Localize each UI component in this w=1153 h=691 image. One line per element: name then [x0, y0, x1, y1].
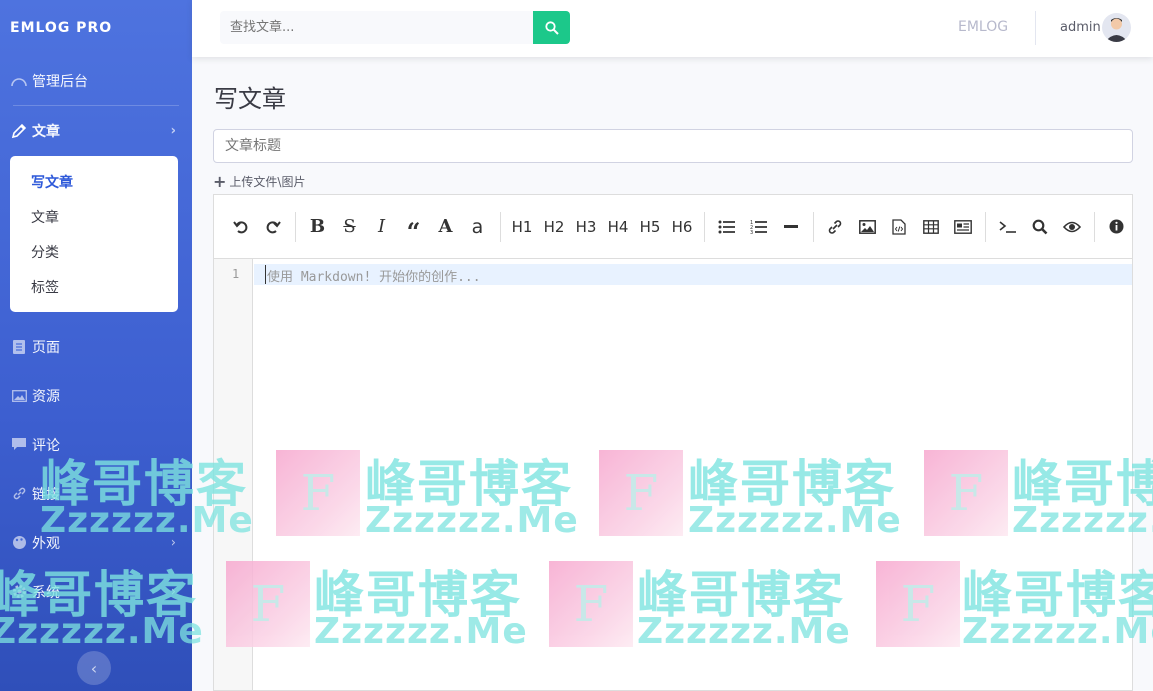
sidebar-collapse-button[interactable]: ‹ [77, 651, 111, 685]
submenu-item-articles[interactable]: 文章 [10, 199, 178, 234]
heading-1-button[interactable]: H1 [506, 211, 538, 243]
search-bar [220, 11, 570, 44]
sidebar-item-comments[interactable]: 评论 [0, 420, 192, 469]
plus-icon: + [213, 172, 227, 191]
bold-icon[interactable]: B [302, 211, 334, 243]
heading-4-button[interactable]: H4 [602, 211, 634, 243]
comment-icon [11, 437, 27, 453]
sidebar-item-label: 资源 [32, 388, 60, 405]
image-icon [11, 388, 27, 404]
sidebar-item-system[interactable]: 系统 › [0, 567, 192, 616]
markdown-editor: B S I “ A a H1 H2 H3 H4 H5 H6 123 1 使用 M… [213, 194, 1133, 691]
italic-icon[interactable]: I [366, 211, 398, 243]
search-icon[interactable] [1024, 211, 1056, 243]
line-number: 1 [232, 267, 240, 281]
link-icon[interactable] [819, 211, 851, 243]
sidebar-item-label: 页面 [32, 339, 60, 356]
sidebar-item-links[interactable]: 链接 [0, 469, 192, 518]
strikethrough-icon[interactable]: S [334, 211, 366, 243]
chevron-right-icon: › [170, 123, 176, 138]
sidebar-item-articles[interactable]: 文章 › [0, 106, 192, 155]
upload-label: 上传文件\图片 [229, 175, 306, 189]
sidebar-item-pages[interactable]: 页面 [0, 322, 192, 371]
link-icon [11, 486, 27, 502]
svg-text:3: 3 [750, 230, 753, 235]
sidebar-item-label: 管理后台 [32, 73, 88, 90]
horizontal-rule-icon[interactable] [775, 211, 807, 243]
image-icon[interactable] [851, 211, 883, 243]
avatar[interactable] [1102, 13, 1131, 42]
sidebar: EMLOG PRO 管理后台 文章 › 写文章 文章 分类 标签 页面 资源 评… [0, 0, 192, 691]
topbar-divider [1035, 11, 1036, 45]
preview-eye-icon[interactable] [1056, 211, 1088, 243]
terminal-icon[interactable] [992, 211, 1024, 243]
submenu-item-write-article[interactable]: 写文章 [10, 164, 178, 199]
sidebar-item-media[interactable]: 资源 [0, 371, 192, 420]
undo-icon[interactable] [225, 211, 257, 243]
page-title: 写文章 [214, 85, 286, 113]
toolbar-separator [1093, 211, 1094, 242]
palette-icon [11, 535, 27, 551]
quote-icon[interactable]: “ [398, 211, 430, 246]
search-input[interactable] [220, 11, 533, 44]
uppercase-icon[interactable]: A [430, 211, 462, 243]
chevron-right-icon: › [170, 584, 176, 599]
username[interactable]: admin [1060, 20, 1101, 35]
line-number-gutter [214, 259, 253, 690]
lowercase-icon[interactable]: a [462, 211, 494, 243]
sidebar-item-appearance[interactable]: 外观 › [0, 518, 192, 567]
dashboard-icon [11, 73, 27, 89]
articles-submenu: 写文章 文章 分类 标签 [10, 156, 178, 312]
sidebar-item-label: 外观 [32, 535, 60, 552]
upload-files-link[interactable]: + 上传文件\图片 [213, 172, 305, 191]
sidebar-item-label: 评论 [32, 437, 60, 454]
article-title-input[interactable] [213, 129, 1133, 163]
sidebar-item-label: 链接 [32, 486, 60, 503]
search-button[interactable] [533, 11, 570, 44]
toolbar-separator [295, 211, 296, 242]
chevron-left-icon: ‹ [90, 658, 98, 678]
search-icon [544, 20, 559, 35]
toolbar-separator [704, 211, 705, 242]
topbar: EMLOG admin [192, 0, 1153, 57]
sidebar-item-label: 文章 [32, 123, 60, 140]
heading-2-button[interactable]: H2 [538, 211, 570, 243]
toolbar-separator [499, 211, 500, 242]
sidebar-item-label: 系统 [32, 584, 60, 601]
gear-icon [11, 584, 27, 600]
editor-toolbar: B S I “ A a H1 H2 H3 H4 H5 H6 123 [214, 195, 1132, 259]
site-link[interactable]: EMLOG [958, 19, 1008, 35]
heading-3-button[interactable]: H3 [570, 211, 602, 243]
page-icon [11, 339, 27, 355]
code-block-icon[interactable] [883, 211, 915, 243]
submenu-item-tags[interactable]: 标签 [10, 269, 178, 304]
toolbar-separator [985, 211, 986, 242]
pencil-icon [11, 123, 27, 139]
sidebar-item-dashboard[interactable]: 管理后台 [0, 56, 192, 105]
heading-5-button[interactable]: H5 [634, 211, 666, 243]
brand-logo[interactable]: EMLOG PRO [0, 0, 192, 56]
ordered-list-icon[interactable]: 123 [743, 211, 775, 243]
chevron-right-icon: › [170, 535, 176, 550]
text-cursor [265, 265, 266, 284]
submenu-item-categories[interactable]: 分类 [10, 234, 178, 269]
info-icon[interactable] [1100, 211, 1132, 243]
unordered-list-icon[interactable] [711, 211, 743, 243]
heading-6-button[interactable]: H6 [666, 211, 698, 243]
redo-icon[interactable] [257, 211, 289, 243]
table-icon[interactable] [915, 211, 947, 243]
html-preview-icon[interactable] [947, 211, 979, 243]
editor-placeholder[interactable]: 使用 Markdown! 开始你的创作... [267, 266, 481, 285]
toolbar-separator [812, 211, 813, 242]
